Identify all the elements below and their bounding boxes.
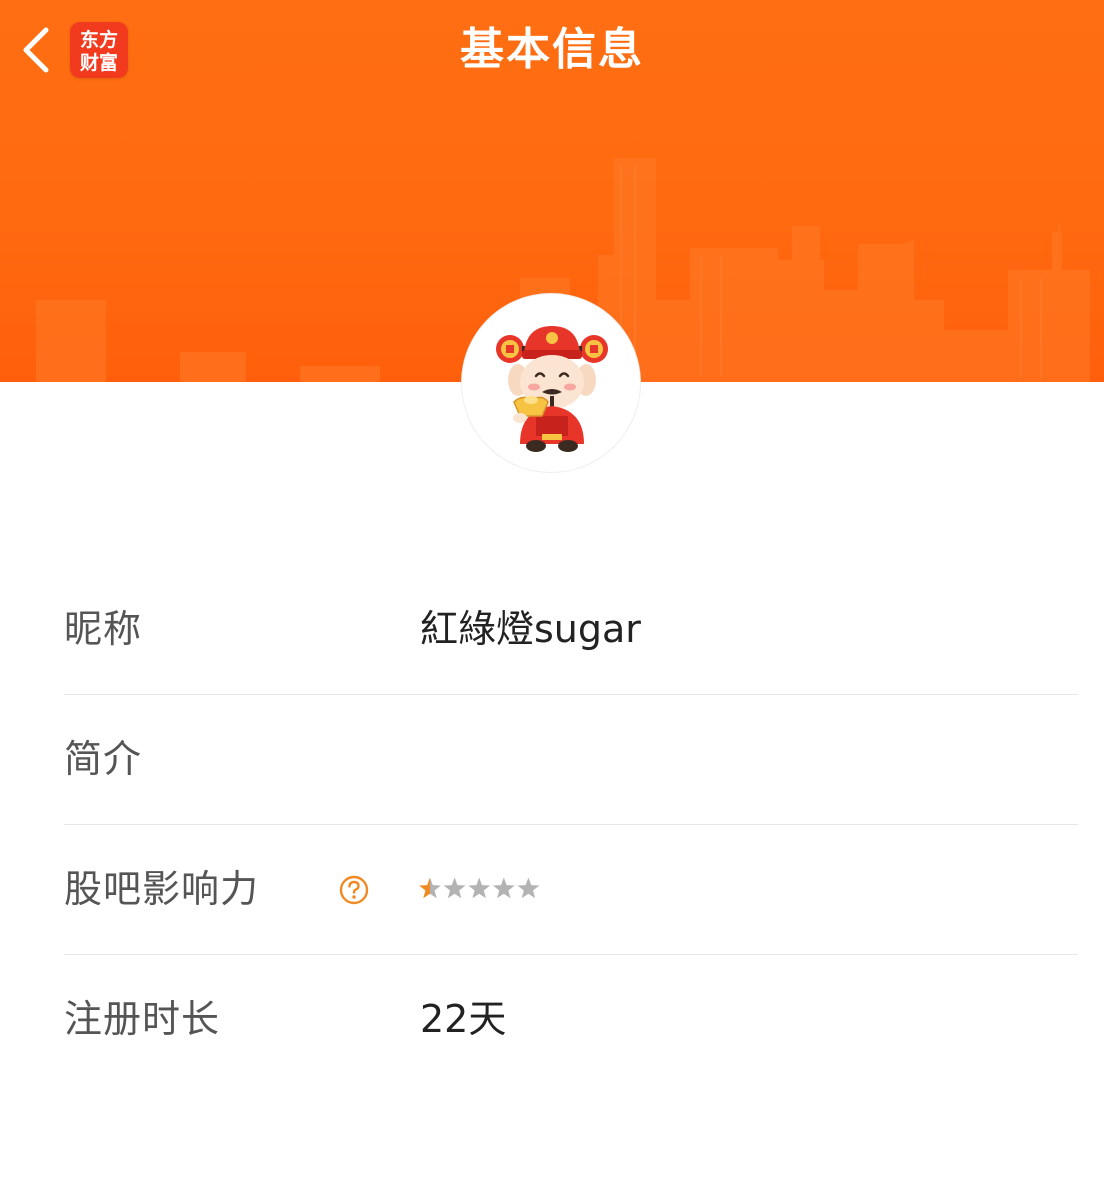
bio-row[interactable]: 简介 bbox=[64, 695, 1078, 825]
nickname-value: 紅綠燈sugar bbox=[420, 607, 641, 651]
god-of-wealth-avatar-icon bbox=[496, 326, 608, 452]
registration-label: 注册时长 bbox=[64, 997, 221, 1041]
avatar[interactable] bbox=[462, 294, 640, 472]
influence-row: 股吧影响力 bbox=[64, 825, 1078, 955]
page-title: 基本信息 bbox=[460, 24, 644, 75]
star-icon bbox=[419, 877, 441, 899]
registration-row: 注册时长 22天 bbox=[64, 955, 1078, 1084]
influence-star-rating bbox=[418, 874, 542, 904]
question-circle-icon bbox=[339, 875, 369, 905]
influence-label: 股吧影响力 bbox=[64, 867, 260, 911]
profile-info-list: 昵称 紅綠燈sugar 简介 股吧影响力 注册时长 22天 bbox=[64, 565, 1078, 1084]
star-icon bbox=[468, 877, 491, 899]
star-icon bbox=[443, 877, 466, 899]
nickname-label: 昵称 bbox=[64, 607, 143, 651]
nickname-row[interactable]: 昵称 紅綠燈sugar bbox=[64, 565, 1078, 695]
star-icon bbox=[492, 877, 515, 899]
influence-help-button[interactable] bbox=[338, 874, 370, 906]
registration-value: 22天 bbox=[420, 997, 507, 1041]
bio-label: 简介 bbox=[64, 737, 143, 781]
star-icon bbox=[517, 877, 540, 899]
